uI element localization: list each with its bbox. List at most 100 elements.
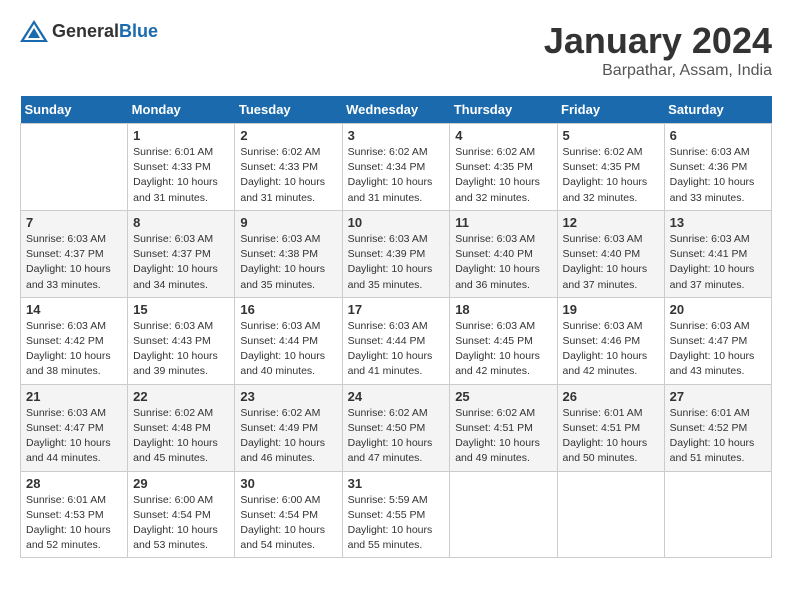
day-info: Sunrise: 6:03 AM Sunset: 4:37 PM Dayligh… <box>133 232 229 293</box>
day-info: Sunrise: 6:03 AM Sunset: 4:46 PM Dayligh… <box>563 319 659 380</box>
calendar-cell: 8 Sunrise: 6:03 AM Sunset: 4:37 PM Daylig… <box>128 210 235 297</box>
column-header-thursday: Thursday <box>450 96 557 124</box>
column-header-monday: Monday <box>128 96 235 124</box>
day-number: 31 <box>348 476 445 491</box>
page-header: GeneralBlue January 2024 Barpathar, Assa… <box>20 20 772 80</box>
column-header-saturday: Saturday <box>664 96 771 124</box>
day-number: 26 <box>563 389 659 404</box>
calendar-week-2: 7 Sunrise: 6:03 AM Sunset: 4:37 PM Daylig… <box>21 210 772 297</box>
calendar-cell: 26 Sunrise: 6:01 AM Sunset: 4:51 PM Dayli… <box>557 384 664 471</box>
day-info: Sunrise: 6:01 AM Sunset: 4:52 PM Dayligh… <box>670 406 766 467</box>
calendar-week-4: 21 Sunrise: 6:03 AM Sunset: 4:47 PM Dayli… <box>21 384 772 471</box>
day-number: 2 <box>240 128 336 143</box>
day-number: 18 <box>455 302 551 317</box>
calendar-cell: 5 Sunrise: 6:02 AM Sunset: 4:35 PM Daylig… <box>557 124 664 211</box>
day-info: Sunrise: 6:03 AM Sunset: 4:41 PM Dayligh… <box>670 232 766 293</box>
day-number: 20 <box>670 302 766 317</box>
day-number: 22 <box>133 389 229 404</box>
day-number: 14 <box>26 302 122 317</box>
day-info: Sunrise: 6:03 AM Sunset: 4:38 PM Dayligh… <box>240 232 336 293</box>
calendar-week-3: 14 Sunrise: 6:03 AM Sunset: 4:42 PM Dayli… <box>21 297 772 384</box>
day-info: Sunrise: 6:03 AM Sunset: 4:44 PM Dayligh… <box>240 319 336 380</box>
calendar-cell: 10 Sunrise: 6:03 AM Sunset: 4:39 PM Dayli… <box>342 210 450 297</box>
calendar-cell <box>557 471 664 558</box>
calendar-cell: 2 Sunrise: 6:02 AM Sunset: 4:33 PM Daylig… <box>235 124 342 211</box>
day-info: Sunrise: 6:02 AM Sunset: 4:35 PM Dayligh… <box>563 145 659 206</box>
day-info: Sunrise: 6:01 AM Sunset: 4:33 PM Dayligh… <box>133 145 229 206</box>
calendar-cell: 11 Sunrise: 6:03 AM Sunset: 4:40 PM Dayli… <box>450 210 557 297</box>
day-number: 24 <box>348 389 445 404</box>
day-info: Sunrise: 6:02 AM Sunset: 4:50 PM Dayligh… <box>348 406 445 467</box>
column-header-sunday: Sunday <box>21 96 128 124</box>
day-number: 10 <box>348 215 445 230</box>
calendar-cell: 13 Sunrise: 6:03 AM Sunset: 4:41 PM Dayli… <box>664 210 771 297</box>
day-number: 21 <box>26 389 122 404</box>
day-info: Sunrise: 6:03 AM Sunset: 4:40 PM Dayligh… <box>455 232 551 293</box>
day-info: Sunrise: 5:59 AM Sunset: 4:55 PM Dayligh… <box>348 493 445 554</box>
calendar-cell: 14 Sunrise: 6:03 AM Sunset: 4:42 PM Dayli… <box>21 297 128 384</box>
calendar-cell: 12 Sunrise: 6:03 AM Sunset: 4:40 PM Dayli… <box>557 210 664 297</box>
day-number: 30 <box>240 476 336 491</box>
day-info: Sunrise: 6:03 AM Sunset: 4:37 PM Dayligh… <box>26 232 122 293</box>
calendar-cell: 17Sunrise: 6:03 AM Sunset: 4:44 PM Dayli… <box>342 297 450 384</box>
day-info: Sunrise: 6:03 AM Sunset: 4:47 PM Dayligh… <box>670 319 766 380</box>
day-number: 4 <box>455 128 551 143</box>
title-block: January 2024 Barpathar, Assam, India <box>544 20 772 80</box>
day-number: 25 <box>455 389 551 404</box>
day-number: 29 <box>133 476 229 491</box>
calendar-cell: 27 Sunrise: 6:01 AM Sunset: 4:52 PM Dayli… <box>664 384 771 471</box>
day-number: 6 <box>670 128 766 143</box>
calendar-cell <box>664 471 771 558</box>
calendar-cell: 23 Sunrise: 6:02 AM Sunset: 4:49 PM Dayli… <box>235 384 342 471</box>
day-number: 28 <box>26 476 122 491</box>
calendar-cell: 29Sunrise: 6:00 AM Sunset: 4:54 PM Dayli… <box>128 471 235 558</box>
day-number: 5 <box>563 128 659 143</box>
calendar-cell: 4Sunrise: 6:02 AM Sunset: 4:35 PM Daylig… <box>450 124 557 211</box>
calendar-cell <box>450 471 557 558</box>
logo-text-general: General <box>52 21 119 41</box>
day-number: 7 <box>26 215 122 230</box>
day-number: 17 <box>348 302 445 317</box>
calendar-cell: 18 Sunrise: 6:03 AM Sunset: 4:45 PM Dayli… <box>450 297 557 384</box>
logo-text-blue: Blue <box>119 21 158 41</box>
calendar-cell: 30 Sunrise: 6:00 AM Sunset: 4:54 PM Dayli… <box>235 471 342 558</box>
day-info: Sunrise: 6:03 AM Sunset: 4:39 PM Dayligh… <box>348 232 445 293</box>
calendar-cell: 25 Sunrise: 6:02 AM Sunset: 4:51 PM Dayli… <box>450 384 557 471</box>
day-info: Sunrise: 6:02 AM Sunset: 4:33 PM Dayligh… <box>240 145 336 206</box>
day-info: Sunrise: 6:02 AM Sunset: 4:34 PM Dayligh… <box>348 145 445 206</box>
calendar-table: SundayMondayTuesdayWednesdayThursdayFrid… <box>20 96 772 558</box>
day-info: Sunrise: 6:03 AM Sunset: 4:36 PM Dayligh… <box>670 145 766 206</box>
calendar-cell: 24 Sunrise: 6:02 AM Sunset: 4:50 PM Dayli… <box>342 384 450 471</box>
calendar-cell: 21 Sunrise: 6:03 AM Sunset: 4:47 PM Dayli… <box>21 384 128 471</box>
day-number: 19 <box>563 302 659 317</box>
day-number: 8 <box>133 215 229 230</box>
day-info: Sunrise: 6:00 AM Sunset: 4:54 PM Dayligh… <box>240 493 336 554</box>
column-header-friday: Friday <box>557 96 664 124</box>
day-number: 11 <box>455 215 551 230</box>
column-header-tuesday: Tuesday <box>235 96 342 124</box>
calendar-cell <box>21 124 128 211</box>
day-number: 16 <box>240 302 336 317</box>
calendar-body: 1Sunrise: 6:01 AM Sunset: 4:33 PM Daylig… <box>21 124 772 558</box>
calendar-cell: 31 Sunrise: 5:59 AM Sunset: 4:55 PM Dayli… <box>342 471 450 558</box>
month-title: January 2024 <box>544 20 772 62</box>
day-info: Sunrise: 6:03 AM Sunset: 4:42 PM Dayligh… <box>26 319 122 380</box>
calendar-cell: 6 Sunrise: 6:03 AM Sunset: 4:36 PM Daylig… <box>664 124 771 211</box>
calendar-cell: 16 Sunrise: 6:03 AM Sunset: 4:44 PM Dayli… <box>235 297 342 384</box>
day-info: Sunrise: 6:02 AM Sunset: 4:51 PM Dayligh… <box>455 406 551 467</box>
day-number: 23 <box>240 389 336 404</box>
day-info: Sunrise: 6:03 AM Sunset: 4:45 PM Dayligh… <box>455 319 551 380</box>
calendar-week-1: 1Sunrise: 6:01 AM Sunset: 4:33 PM Daylig… <box>21 124 772 211</box>
day-info: Sunrise: 6:01 AM Sunset: 4:51 PM Dayligh… <box>563 406 659 467</box>
day-info: Sunrise: 6:03 AM Sunset: 4:40 PM Dayligh… <box>563 232 659 293</box>
calendar-cell: 3Sunrise: 6:02 AM Sunset: 4:34 PM Daylig… <box>342 124 450 211</box>
calendar-cell: 9Sunrise: 6:03 AM Sunset: 4:38 PM Daylig… <box>235 210 342 297</box>
day-info: Sunrise: 6:03 AM Sunset: 4:47 PM Dayligh… <box>26 406 122 467</box>
day-number: 27 <box>670 389 766 404</box>
calendar-header-row: SundayMondayTuesdayWednesdayThursdayFrid… <box>21 96 772 124</box>
day-number: 13 <box>670 215 766 230</box>
day-info: Sunrise: 6:02 AM Sunset: 4:49 PM Dayligh… <box>240 406 336 467</box>
day-number: 12 <box>563 215 659 230</box>
day-info: Sunrise: 6:03 AM Sunset: 4:43 PM Dayligh… <box>133 319 229 380</box>
calendar-cell: 7 Sunrise: 6:03 AM Sunset: 4:37 PM Daylig… <box>21 210 128 297</box>
